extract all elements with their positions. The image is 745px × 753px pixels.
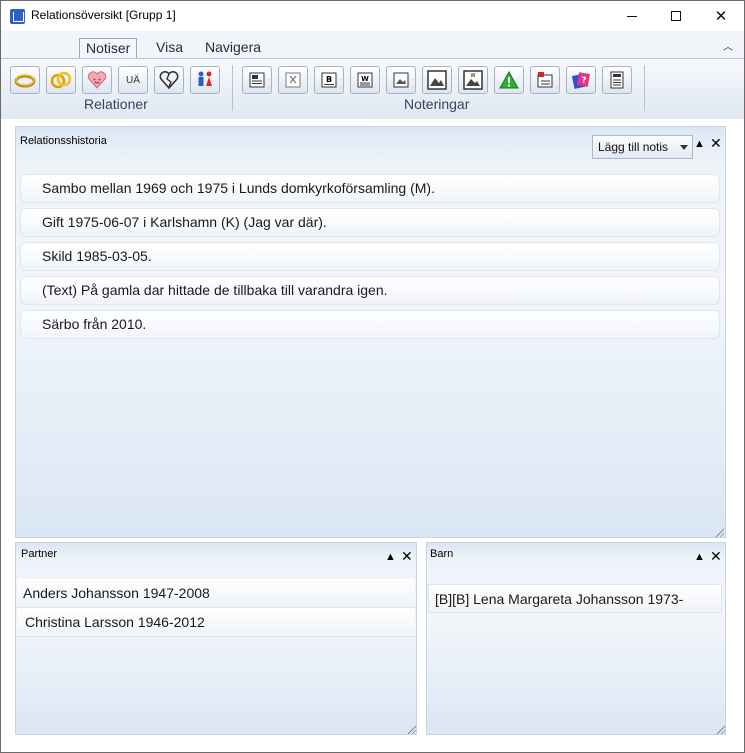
ribbon-collapse-button[interactable]: ︿ (723, 38, 733, 53)
window-title: Relationsöversikt [Grupp 1] (31, 8, 176, 22)
barn-close-button[interactable]: ✕ (710, 549, 722, 563)
tab-visa[interactable]: Visa (150, 38, 189, 59)
barn-pane (426, 542, 726, 735)
image-note-button[interactable] (386, 66, 416, 94)
warning-icon (499, 71, 519, 89)
note-x-button[interactable] (278, 66, 308, 94)
minimize-icon (627, 15, 637, 17)
barn-row[interactable]: [B][B] Lena Margareta Johansson 1973- (428, 584, 722, 613)
note-item[interactable]: Särbo från 2010. (20, 310, 720, 339)
document-icon (610, 71, 624, 89)
image-note-icon (393, 72, 409, 88)
image-frame-icon (427, 70, 447, 90)
note-item[interactable]: (Text) På gamla dar hittade de tillbaka … (20, 276, 720, 305)
wedding-rings-icon (50, 71, 72, 89)
question-card-icon: ? (571, 72, 590, 89)
broken-heart-icon (159, 71, 179, 89)
triangle-up-icon: ▲ (385, 551, 396, 563)
group-label-relationer: Relationer (84, 96, 148, 112)
minimize-button[interactable] (609, 1, 655, 31)
image-frame-button[interactable] (422, 66, 452, 94)
group-separator (232, 65, 233, 111)
ring-button[interactable] (10, 66, 40, 94)
partner-close-button[interactable]: ✕ (401, 549, 413, 563)
partner-title: Partner (21, 548, 58, 560)
title-bar: Relationsöversikt [Grupp 1] ✕ (1, 1, 744, 31)
relationshistoria-title: Relationsshistoria (20, 135, 107, 147)
partner-pane (15, 542, 417, 735)
partner-row[interactable]: Christina Larsson 1946-2012 (17, 608, 415, 637)
triangle-up-icon: ▲ (694, 551, 705, 563)
triangle-up-icon: ▲ (694, 138, 705, 150)
image-text-button[interactable]: W (458, 66, 488, 94)
note-w-button[interactable]: W (350, 66, 380, 94)
svg-text:B: B (326, 75, 332, 84)
ribbon: Notiser Visa Navigera ︿ UÄ Relationer B … (1, 31, 744, 119)
heart-icon (87, 71, 107, 89)
note-icon (249, 72, 265, 88)
note-item[interactable]: Skild 1985-03-05. (20, 242, 720, 271)
note-item[interactable]: Gift 1975-06-07 i Karlshamn (K) (Jag var… (20, 208, 720, 237)
note-w-icon: W (357, 72, 373, 88)
note-item[interactable]: Sambo mellan 1969 och 1975 i Lunds domky… (20, 174, 720, 203)
partner-collapse-button[interactable]: ▲ (385, 550, 396, 564)
ribbon-tabs: Notiser Visa Navigera ︿ (1, 31, 744, 59)
couple-icon (198, 71, 212, 86)
relationshistoria-close-button[interactable]: ✕ (710, 136, 722, 150)
close-icon: ✕ (710, 548, 722, 564)
broken-heart-button[interactable] (154, 66, 184, 94)
document-button[interactable] (602, 66, 632, 94)
ring-icon (14, 74, 36, 88)
question-card-button[interactable]: ? (566, 66, 596, 94)
svg-text:W: W (361, 75, 369, 83)
note-b-button[interactable]: B (314, 66, 344, 94)
add-note-dropdown[interactable]: Lägg till notis (592, 135, 693, 159)
relation-overview-window: Relationsöversikt [Grupp 1] ✕ Notiser Vi… (0, 0, 745, 753)
add-note-label: Lägg till notis (598, 140, 669, 154)
heart-button[interactable] (82, 66, 112, 94)
relationshistoria-collapse-button[interactable]: ▲ (694, 137, 705, 151)
group-label-noteringar: Noteringar (404, 96, 470, 112)
ribbon-body: UÄ Relationer B W W ? Noteringar (1, 58, 744, 119)
maximize-button[interactable] (653, 1, 699, 31)
close-icon: ✕ (714, 8, 728, 25)
ua-button[interactable]: UÄ (118, 66, 148, 94)
wedding-rings-button[interactable] (46, 66, 76, 94)
partner-row[interactable]: Anders Johansson 1947-2008 (17, 579, 415, 608)
note-b-icon: B (321, 72, 337, 88)
note-button[interactable] (242, 66, 272, 94)
warning-button[interactable] (494, 66, 524, 94)
close-button[interactable]: ✕ (698, 1, 744, 31)
app-icon (10, 9, 25, 24)
tab-notiser[interactable]: Notiser (79, 38, 138, 59)
svg-text:?: ? (581, 76, 586, 86)
image-text-icon: W (463, 70, 483, 90)
note-x-icon (285, 72, 301, 88)
dropdown-arrow-icon (680, 145, 688, 150)
couple-button[interactable] (190, 66, 220, 94)
chevron-up-icon: ︿ (723, 42, 733, 53)
close-icon: ✕ (710, 135, 722, 151)
maximize-icon (671, 11, 681, 21)
close-icon: ✕ (401, 548, 413, 564)
group-separator (644, 65, 645, 111)
note-flag-icon (537, 72, 553, 88)
barn-collapse-button[interactable]: ▲ (694, 550, 705, 564)
tab-navigera[interactable]: Navigera (199, 38, 267, 59)
note-flag-button[interactable] (530, 66, 560, 94)
svg-text:W: W (471, 73, 476, 79)
ua-text-icon: UÄ (126, 74, 140, 86)
barn-title: Barn (430, 548, 454, 560)
